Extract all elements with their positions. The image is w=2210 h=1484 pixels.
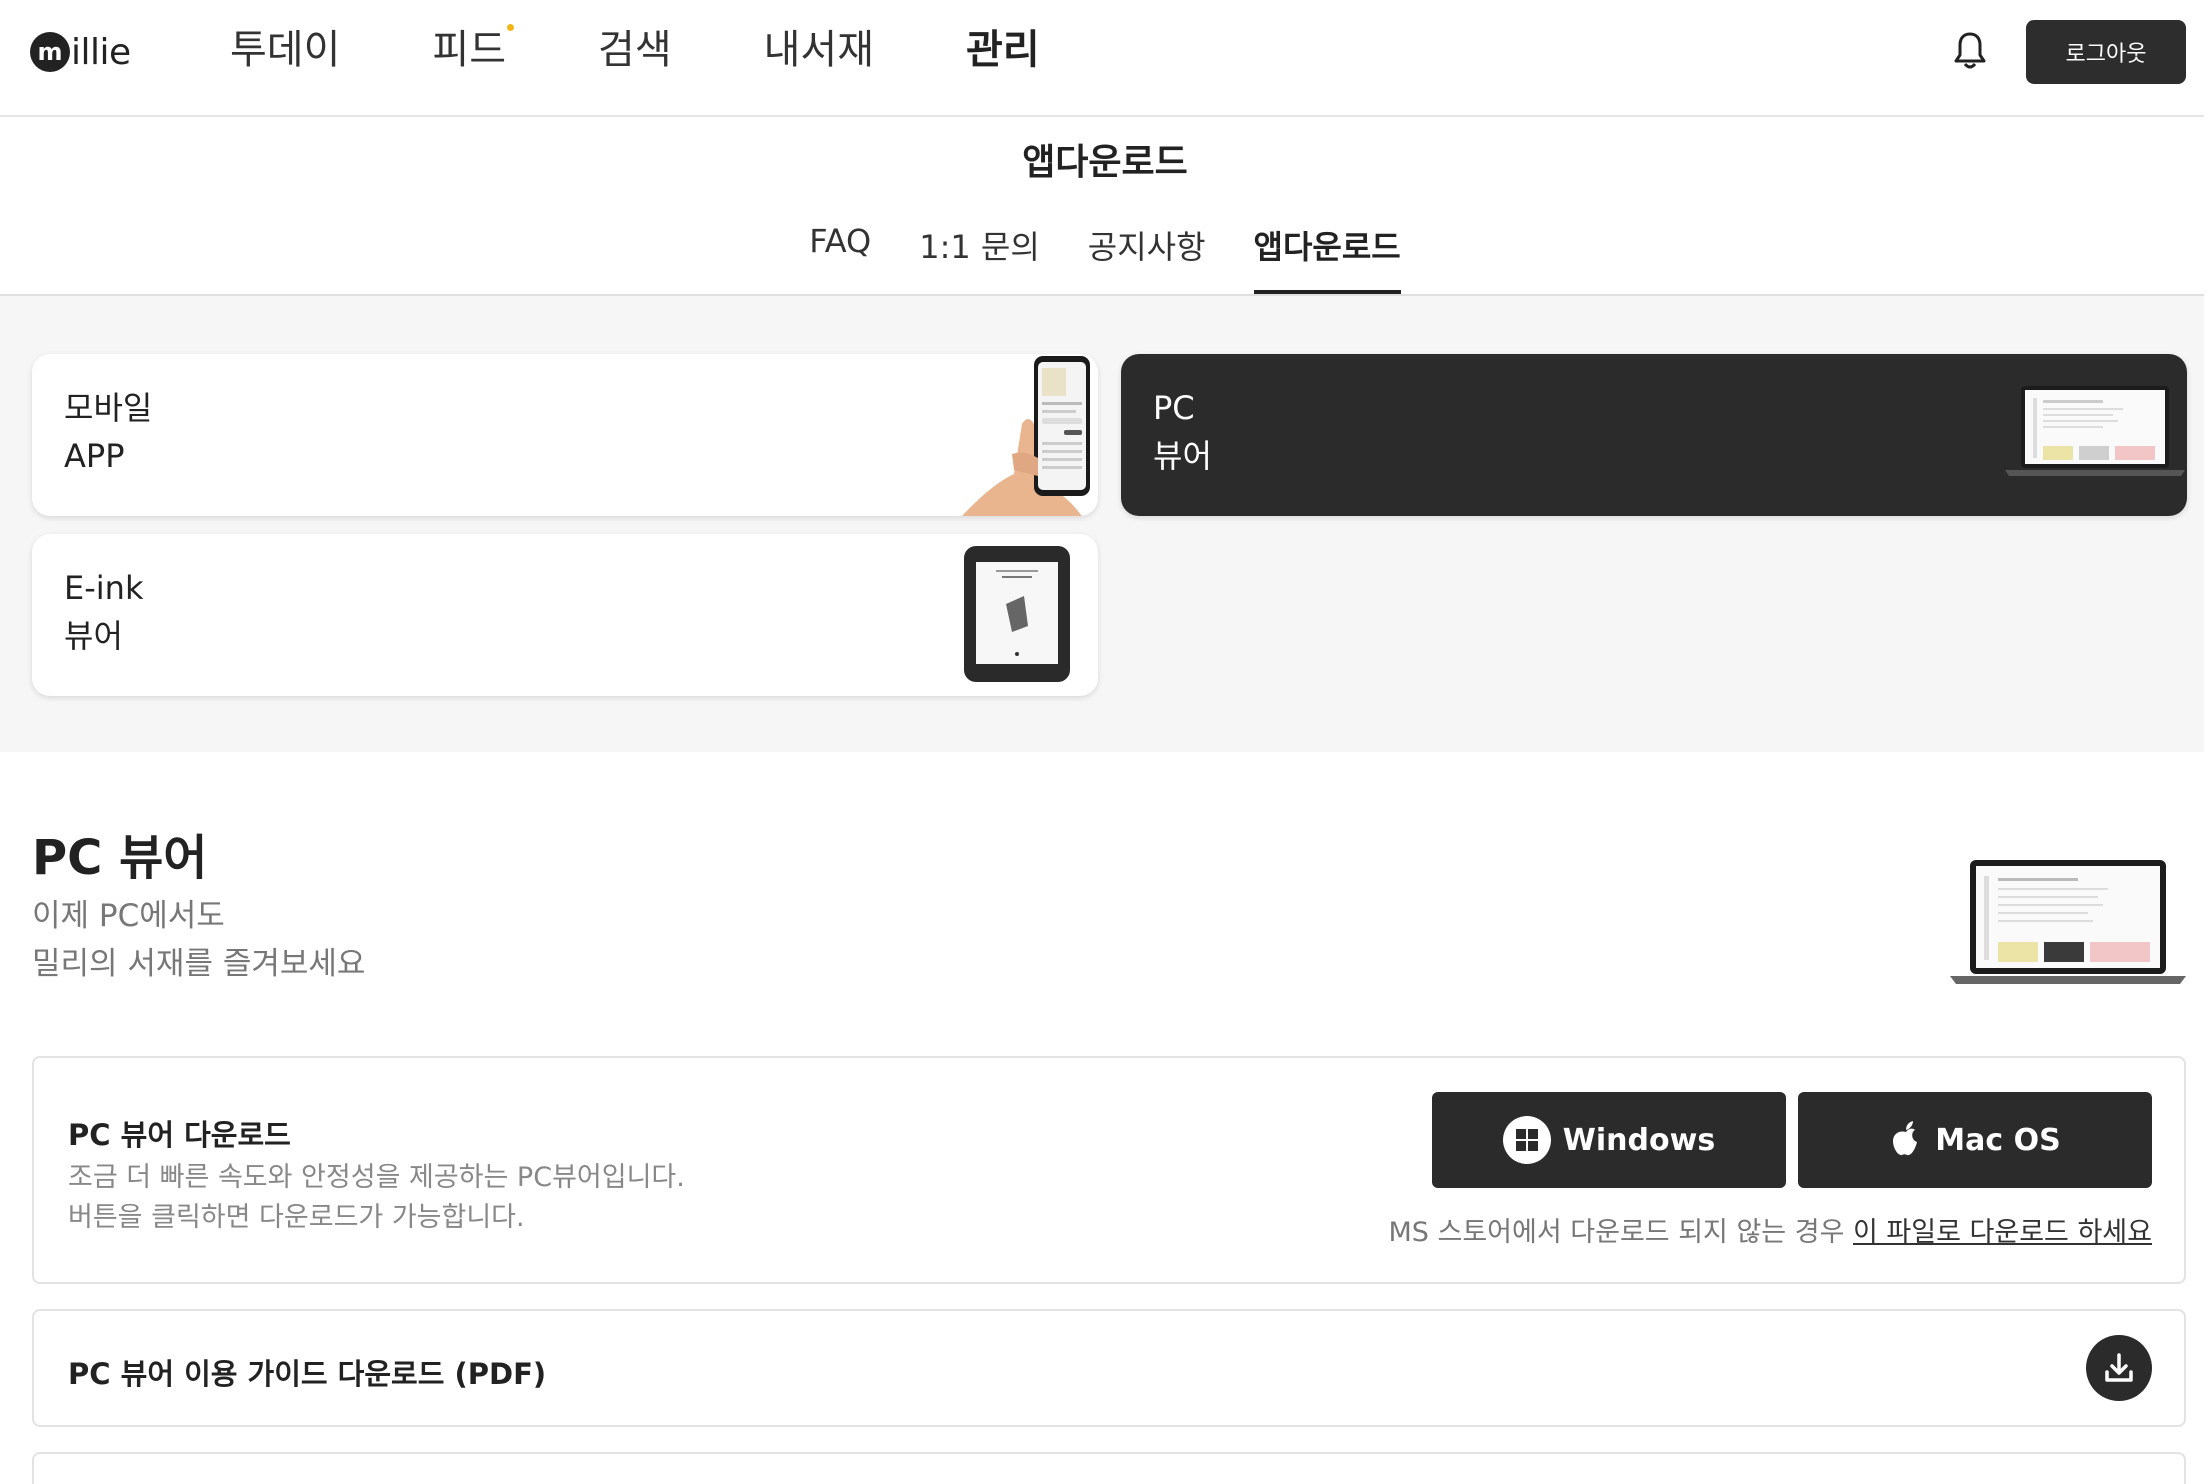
nav-feed[interactable]: 피드 bbox=[432, 22, 515, 78]
card-pc-text: PC 뷰어 bbox=[1153, 384, 1212, 480]
download-note-text: MS 스토어에서 다운로드 되지 않는 경우 bbox=[1388, 1217, 1853, 1248]
windows-button-label: Windows bbox=[1562, 1122, 1716, 1158]
next-section-box bbox=[32, 1452, 2186, 1484]
card-mobile-app[interactable]: 모바일 APP bbox=[32, 354, 1098, 516]
download-icon[interactable] bbox=[2086, 1335, 2152, 1401]
download-title: PC 뷰어 다운로드 bbox=[68, 1118, 291, 1152]
card-pc-viewer[interactable]: PC 뷰어 bbox=[1121, 354, 2187, 516]
nav-library[interactable]: 내서재 bbox=[764, 22, 874, 78]
logo-mark: m bbox=[30, 32, 70, 72]
card-pc-line1: PC bbox=[1153, 389, 1195, 427]
tab-app-download[interactable]: 앱다운로드 bbox=[1253, 222, 1401, 294]
pc-viewer-sub-line1: 이제 PC에서도 bbox=[32, 898, 225, 934]
main-nav: 투데이 피드 검색 내서재 관리 bbox=[230, 22, 1132, 78]
nav-manage[interactable]: 관리 bbox=[966, 22, 1040, 78]
logout-button[interactable]: 로그아웃 bbox=[2026, 20, 2186, 84]
card-eink-viewer[interactable]: E-ink 뷰어 bbox=[32, 534, 1098, 696]
tab-faq[interactable]: FAQ bbox=[809, 222, 871, 294]
card-pc-line2: 뷰어 bbox=[1153, 437, 1212, 475]
apple-icon bbox=[1889, 1120, 1923, 1160]
card-mobile-text: 모바일 APP bbox=[64, 384, 152, 480]
pc-viewer-sub-line2: 밀리의 서재를 즐겨보세요 bbox=[32, 946, 366, 982]
card-eink-line1: E-ink bbox=[64, 569, 144, 607]
pc-guide-download-box[interactable]: PC 뷰어 이용 가이드 다운로드 (PDF) bbox=[32, 1309, 2186, 1427]
new-dot-indicator bbox=[507, 24, 515, 31]
millie-logo[interactable]: m illie bbox=[30, 30, 131, 74]
support-tabs: FAQ 1:1 문의 공지사항 앱다운로드 bbox=[0, 222, 2210, 294]
ereader-image bbox=[964, 546, 1070, 682]
card-mobile-line2: APP bbox=[64, 437, 125, 475]
phone-in-hand-image bbox=[962, 356, 1090, 516]
direct-download-link[interactable]: 이 파일로 다운로드 하세요 bbox=[1853, 1217, 2152, 1248]
pc-laptop-image bbox=[1950, 860, 2186, 984]
card-mobile-line1: 모바일 bbox=[64, 389, 153, 427]
laptop-image bbox=[2005, 386, 2185, 476]
pc-viewer-subtitle: 이제 PC에서도 밀리의 서재를 즐겨보세요 bbox=[32, 892, 365, 988]
macos-button-label: Mac OS bbox=[1935, 1122, 2061, 1158]
tab-inquiry[interactable]: 1:1 문의 bbox=[919, 222, 1040, 294]
nav-feed-label: 피드 bbox=[432, 27, 507, 73]
guide-title: PC 뷰어 이용 가이드 다운로드 (PDF) bbox=[68, 1357, 547, 1391]
page-title: 앱다운로드 bbox=[1022, 142, 1188, 183]
logo-text: illie bbox=[71, 31, 131, 73]
download-description: 조금 더 빠른 속도와 안정성을 제공하는 PC뷰어입니다. 버튼을 클릭하면 … bbox=[68, 1158, 685, 1238]
pc-viewer-download-box: PC 뷰어 다운로드 조금 더 빠른 속도와 안정성을 제공하는 PC뷰어입니다… bbox=[32, 1056, 2186, 1284]
top-navigation-bar: m illie 투데이 피드 검색 내서재 관리 로그아웃 bbox=[0, 0, 2204, 117]
card-eink-line2: 뷰어 bbox=[64, 617, 123, 655]
windows-icon bbox=[1502, 1116, 1551, 1164]
card-eink-text: E-ink 뷰어 bbox=[64, 564, 143, 660]
macos-download-button[interactable]: Mac OS bbox=[1798, 1092, 2152, 1188]
pc-viewer-title: PC 뷰어 bbox=[32, 830, 208, 886]
nav-today[interactable]: 투데이 bbox=[230, 22, 340, 78]
tab-notice[interactable]: 공지사항 bbox=[1088, 222, 1206, 294]
nav-search[interactable]: 검색 bbox=[598, 22, 672, 78]
download-alternative-note: MS 스토어에서 다운로드 되지 않는 경우 이 파일로 다운로드 하세요 bbox=[1388, 1210, 2152, 1249]
bell-icon[interactable] bbox=[1953, 31, 1987, 71]
download-desc-line2: 버튼을 클릭하면 다운로드가 가능합니다. bbox=[68, 1202, 525, 1233]
windows-download-button[interactable]: Windows bbox=[1432, 1092, 1786, 1188]
download-desc-line1: 조금 더 빠른 속도와 안정성을 제공하는 PC뷰어입니다. bbox=[68, 1162, 685, 1193]
